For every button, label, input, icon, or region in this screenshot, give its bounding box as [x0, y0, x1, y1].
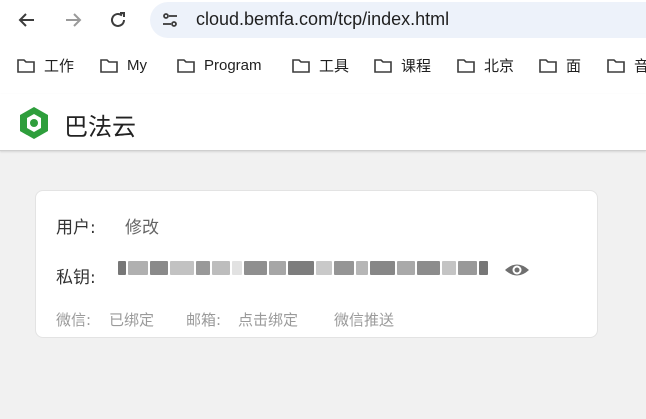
address-bar[interactable]: cloud.bemfa.com/tcp/index.html: [150, 2, 646, 38]
wechat-status: 已绑定: [109, 311, 155, 329]
reload-button[interactable]: [104, 6, 132, 34]
bookmark-folder[interactable]: My: [100, 50, 147, 80]
email-label: 邮箱:: [186, 311, 222, 329]
bookmark-folder[interactable]: 工作: [17, 50, 74, 80]
folder-icon: [539, 58, 557, 73]
folder-icon: [607, 58, 625, 73]
bind-email-link[interactable]: 点击绑定: [238, 309, 298, 330]
bookmark-folder[interactable]: 工具: [292, 50, 349, 80]
bookmark-folder[interactable]: Program: [177, 50, 262, 80]
bookmark-label: 课程: [401, 57, 432, 75]
bookmark-label: 面: [566, 57, 582, 75]
wechat-push-link[interactable]: 微信推送: [334, 309, 394, 330]
bookmark-folder[interactable]: 北京: [457, 50, 514, 80]
browser-toolbar: cloud.bemfa.com/tcp/index.html 工作 My Pro…: [0, 0, 646, 94]
masked-private-key: [118, 257, 488, 279]
user-label: 用户:: [56, 218, 96, 238]
back-arrow-icon: [18, 13, 34, 27]
bookmark-label: 工具: [319, 57, 350, 75]
folder-icon: [177, 58, 195, 73]
key-label: 私钥:: [56, 268, 96, 288]
edit-user-link[interactable]: 修改: [125, 213, 159, 238]
folder-icon: [457, 58, 475, 73]
brand-name[interactable]: 巴法云: [64, 107, 136, 142]
account-card: 用户: 修改 私钥: 微信: 已绑定 邮箱: 点击绑定 微信推送: [35, 190, 598, 338]
show-key-eye-icon[interactable]: [504, 261, 530, 279]
folder-icon: [17, 58, 35, 73]
app-header: 巴法云: [0, 94, 646, 151]
folder-icon: [374, 58, 392, 73]
site-info-button[interactable]: [158, 8, 182, 32]
wechat-label: 微信:: [56, 311, 92, 329]
bookmark-label: Program: [204, 56, 262, 74]
bookmark-label: My: [127, 56, 147, 74]
site-info-icon: [163, 13, 177, 27]
bookmark-label: 工作: [44, 57, 75, 75]
folder-icon: [292, 58, 310, 73]
bookmark-folder[interactable]: 面: [539, 50, 581, 80]
bookmarks-bar: 工作 My Program 工具 课程 北京 面 音: [0, 50, 646, 80]
url-text[interactable]: cloud.bemfa.com/tcp/index.html: [196, 9, 449, 30]
reload-icon: [111, 12, 125, 27]
back-button[interactable]: [13, 6, 41, 34]
bemfa-logo-icon[interactable]: [16, 105, 52, 141]
forward-button[interactable]: [59, 6, 87, 34]
bookmark-label: 音: [634, 57, 646, 75]
bookmark-label: 北京: [484, 57, 515, 75]
bookmark-folder[interactable]: 课程: [374, 50, 431, 80]
folder-icon: [100, 58, 118, 73]
forward-arrow-icon: [66, 13, 82, 27]
bookmark-folder[interactable]: 音: [607, 50, 646, 80]
